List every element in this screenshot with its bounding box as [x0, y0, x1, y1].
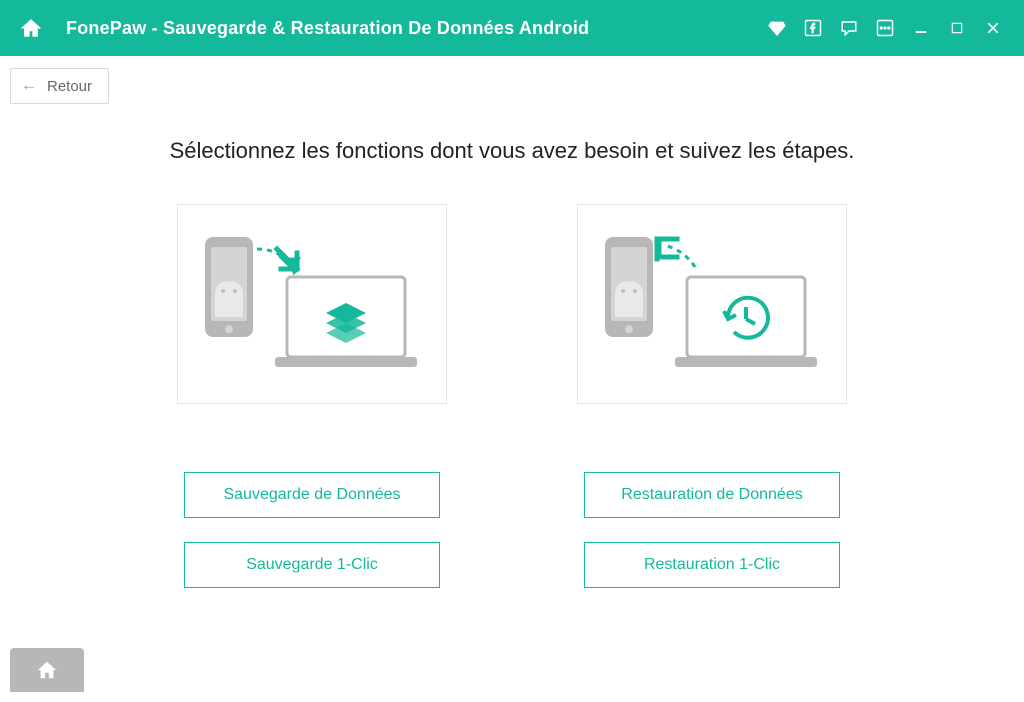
restore-illustration — [577, 204, 847, 404]
backup-oneclick-label: Sauvegarde 1-Clic — [246, 556, 378, 574]
columns: Sauvegarde de Données Sauvegarde 1-Clic — [0, 204, 1024, 588]
facebook-button[interactable] — [800, 15, 826, 41]
diamond-icon — [768, 19, 786, 37]
close-icon — [985, 20, 1001, 36]
maximize-icon — [950, 21, 964, 35]
laptop-to-phone-icon — [597, 219, 827, 389]
footer-home-button[interactable] — [10, 648, 84, 692]
menu-button[interactable] — [872, 15, 898, 41]
more-icon — [876, 19, 894, 37]
minimize-icon — [913, 20, 929, 36]
premium-button[interactable] — [764, 15, 790, 41]
backup-oneclick-button[interactable]: Sauvegarde 1-Clic — [184, 542, 440, 588]
phone-to-laptop-icon — [197, 219, 427, 389]
chat-icon — [840, 19, 858, 37]
backup-illustration — [177, 204, 447, 404]
restore-column: Restauration de Données Restauration 1-C… — [577, 204, 847, 588]
titlebar: FonePaw - Sauvegarde & Restauration De D… — [0, 0, 1024, 56]
back-label: Retour — [47, 78, 92, 95]
backup-column: Sauvegarde de Données Sauvegarde 1-Clic — [177, 204, 447, 588]
backup-data-label: Sauvegarde de Données — [223, 486, 400, 504]
home-icon — [20, 17, 42, 39]
back-button[interactable]: ← Retour — [10, 68, 109, 104]
maximize-button[interactable] — [944, 15, 970, 41]
back-row: ← Retour — [0, 56, 1024, 110]
feedback-button[interactable] — [836, 15, 862, 41]
arrow-left-icon: ← — [21, 77, 37, 95]
facebook-icon — [804, 19, 822, 37]
page-headline: Sélectionnez les fonctions dont vous ave… — [0, 138, 1024, 164]
restore-oneclick-button[interactable]: Restauration 1-Clic — [584, 542, 840, 588]
restore-buttons: Restauration de Données Restauration 1-C… — [584, 472, 840, 588]
restore-data-label: Restauration de Données — [621, 486, 802, 504]
close-button[interactable] — [980, 15, 1006, 41]
backup-buttons: Sauvegarde de Données Sauvegarde 1-Clic — [184, 472, 440, 588]
home-icon — [36, 659, 58, 681]
restore-data-button[interactable]: Restauration de Données — [584, 472, 840, 518]
restore-oneclick-label: Restauration 1-Clic — [644, 556, 780, 574]
backup-data-button[interactable]: Sauvegarde de Données — [184, 472, 440, 518]
home-button[interactable] — [18, 15, 44, 41]
app-title: FonePaw - Sauvegarde & Restauration De D… — [66, 18, 589, 39]
minimize-button[interactable] — [908, 15, 934, 41]
